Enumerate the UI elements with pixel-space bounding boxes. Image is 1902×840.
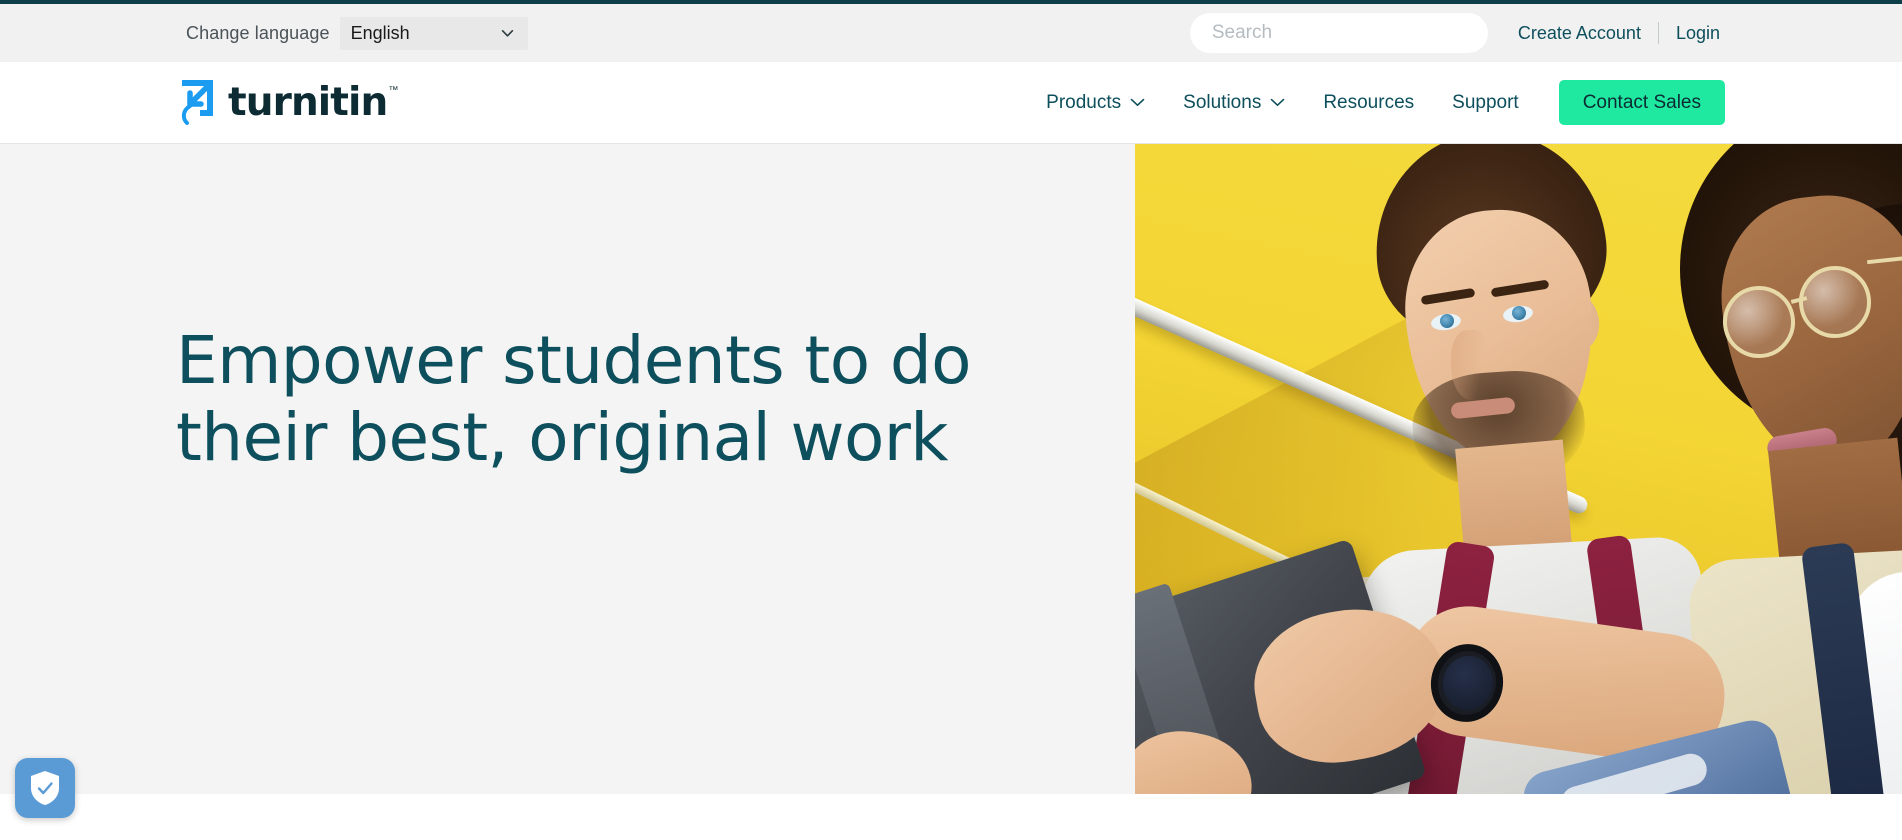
login-link[interactable]: Login [1676,23,1720,44]
hero-headline-line-2: their best, original work [176,399,948,477]
nav-item-solutions-label: Solutions [1183,91,1262,113]
trademark-symbol: ™ [388,85,399,96]
privacy-consent-button[interactable] [15,758,75,818]
contact-sales-button[interactable]: Contact Sales [1558,80,1725,125]
hero-copy: Empower students to do their best, origi… [176,322,1016,476]
language-switcher: Change language EnglishEspañolFrançaisDe… [186,16,528,50]
utility-bar-right: Create Account Login [1189,13,1720,53]
nav-item-support[interactable]: Support [1452,92,1519,114]
chevron-down-icon [1271,98,1285,106]
hero-headline-line-1: Empower students to do [176,322,972,399]
nav-item-solutions[interactable]: Solutions [1183,92,1285,114]
hero-section: Empower students to do their best, origi… [0,144,1902,794]
photo-student1-iris-right [1512,306,1526,320]
utility-bar: Change language EnglishEspañolFrançaisDe… [0,4,1902,62]
utility-divider [1657,22,1659,44]
page-below-hero [0,794,1902,840]
nav-items: Products Solutions Resources Support Con… [1046,80,1725,125]
chevron-down-icon [1130,98,1145,106]
hero-headline: Empower students to do their best, origi… [176,322,1016,476]
logo-text: turnitin [228,80,388,125]
nav-item-products-label: Products [1046,91,1122,113]
main-navigation: turnitin ™ Products Solutions Resources … [0,62,1902,144]
change-language-label: Change language [186,22,330,43]
hero-image [1135,144,1902,794]
nav-item-support-label: Support [1452,91,1519,113]
language-select[interactable]: EnglishEspañolFrançaisDeutschPortuguês日本… [339,16,528,50]
turnitin-logo[interactable]: turnitin ™ [176,80,398,125]
turnitin-bracket-arrow-icon [181,80,213,125]
nav-item-products[interactable]: Products [1046,92,1145,114]
language-select-shell: EnglishEspañolFrançaisDeutschPortuguês日本… [339,16,528,50]
nav-item-resources[interactable]: Resources [1323,92,1414,114]
students-photo [1135,144,1902,794]
create-account-link[interactable]: Create Account [1518,23,1641,44]
nav-item-resources-label: Resources [1323,91,1415,113]
search-input[interactable] [1189,13,1488,53]
photo-student1-iris-left [1440,314,1454,328]
logo-wordmark: turnitin ™ [228,83,398,122]
shield-check-icon [31,771,59,805]
photo-student1-nose [1451,330,1491,400]
